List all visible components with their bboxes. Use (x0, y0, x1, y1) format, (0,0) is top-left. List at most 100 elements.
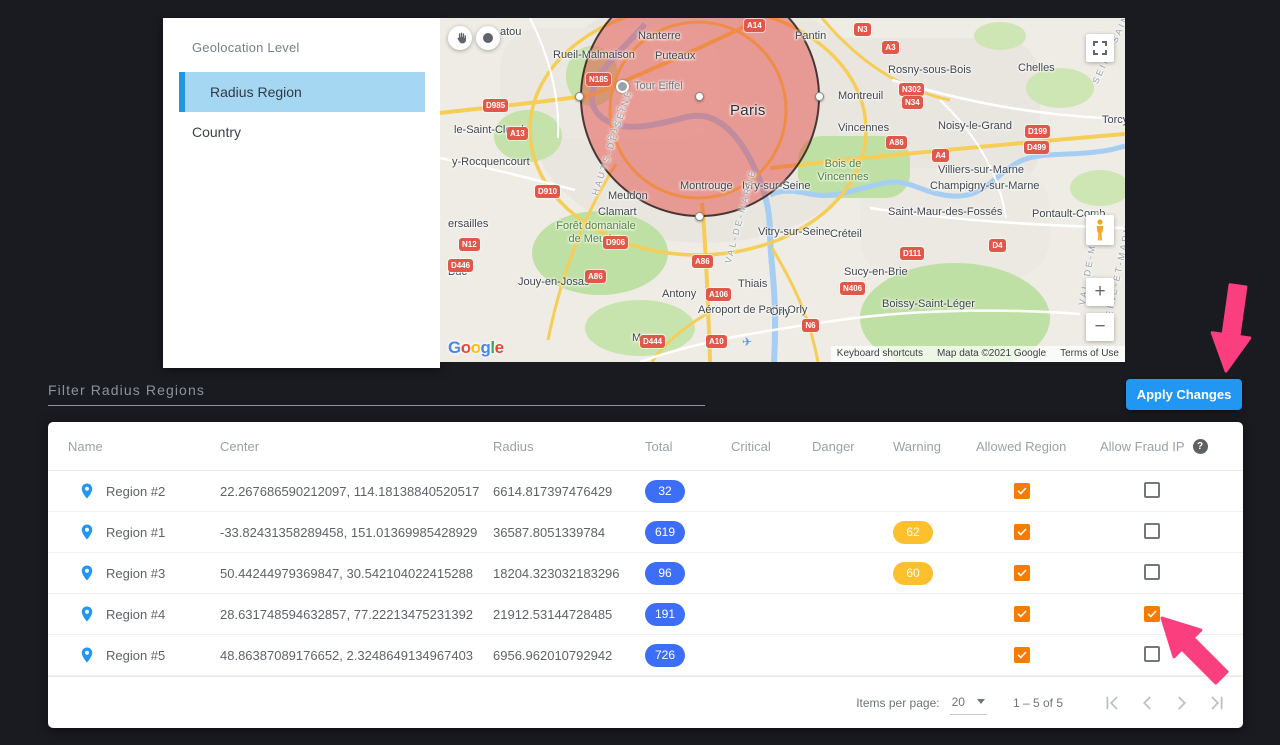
check-icon (1016, 567, 1028, 579)
region-radius: 6956.962010792942 (493, 648, 645, 663)
location-pin-icon (78, 523, 96, 541)
items-per-page-label: Items per page: (856, 696, 939, 710)
geo-option-country[interactable]: Country (163, 112, 440, 152)
page-range-label: 1 – 5 of 5 (1013, 696, 1063, 710)
filter-radius-regions-input[interactable]: Filter Radius Regions (48, 372, 705, 406)
circle-edit-handle[interactable] (695, 92, 704, 101)
column-header-allow-fraud-ip: Allow Fraud IP (1100, 439, 1185, 454)
allowed-region-checkbox[interactable] (1014, 647, 1030, 663)
column-header-danger: Danger (812, 439, 855, 454)
allowed-region-checkbox[interactable] (1014, 565, 1030, 581)
page-size-select[interactable]: 20 (950, 691, 987, 715)
circle-edit-handle[interactable] (575, 92, 584, 101)
region-radius: 6614.817397476429 (493, 484, 645, 499)
column-header-total: Total (645, 439, 672, 454)
check-icon (1016, 485, 1028, 497)
road-badge: D499 (1024, 141, 1049, 154)
allowed-region-checkbox[interactable] (1014, 483, 1030, 499)
region-name-label: Region #3 (106, 566, 165, 581)
road-badge: A10 (706, 335, 727, 348)
map-place-label: ersailles (448, 218, 488, 231)
map-place-label: Noisy-le-Grand (938, 120, 1012, 133)
circle-edit-handle[interactable] (815, 92, 824, 101)
allowed-region-checkbox[interactable] (1014, 524, 1030, 540)
map-place-label: Puteaux (655, 50, 695, 63)
map-place-label: Vincennes (838, 122, 889, 135)
road-badge: D111 (900, 247, 924, 260)
geolocation-level-label: Geolocation Level (192, 40, 299, 55)
map-place-label: Rosny-sous-Bois (888, 64, 971, 77)
circle-tool-button[interactable] (476, 26, 500, 50)
road-badge: N34 (902, 96, 923, 109)
table-paginator: Items per page: 20 1 – 5 of 5 (48, 676, 1243, 728)
zoom-out-button[interactable]: − (1086, 313, 1114, 341)
region-radius: 21912.53144728485 (493, 607, 645, 622)
zoom-in-button[interactable]: + (1086, 278, 1114, 306)
map-place-label: Thiais (738, 278, 767, 291)
circle-edit-handle[interactable] (695, 212, 704, 221)
total-badge: 32 (645, 480, 685, 503)
check-icon (1016, 649, 1028, 661)
region-name: Region #2 (68, 482, 220, 500)
road-badge: A106 (706, 288, 731, 301)
region-name-label: Region #4 (106, 607, 165, 622)
map-attribution: Keyboard shortcuts Map data ©2021 Google… (831, 346, 1125, 362)
allow-fraud-ip-checkbox[interactable] (1144, 564, 1160, 580)
map-place-label: Torcy (1102, 114, 1125, 127)
total-badge: 726 (645, 644, 685, 667)
geo-option-label: Radius Region (210, 84, 302, 100)
map-place-label: atou (500, 26, 521, 39)
region-name-label: Region #5 (106, 648, 165, 663)
pegman-button[interactable] (1086, 215, 1114, 245)
allow-fraud-ip-checkbox[interactable] (1144, 482, 1160, 498)
road-badge: D199 (1025, 125, 1050, 138)
map-data-label: Map data ©2021 Google (937, 348, 1046, 359)
road-badge: D910 (535, 185, 560, 198)
road-badge: D444 (640, 335, 665, 348)
road-badge: A14 (744, 19, 765, 32)
road-badge: A86 (886, 136, 907, 149)
region-center: 22.267686590212097, 114.18138840520517 (220, 484, 493, 499)
allow-fraud-ip-checkbox[interactable] (1144, 523, 1160, 539)
map-labels-layer: atouNanterreRueil-MalmaisonPuteauxPantin… (440, 18, 1125, 362)
page-size-value: 20 (952, 695, 965, 709)
column-header-name: Name (68, 439, 103, 454)
column-header-warning: Warning (893, 439, 941, 454)
apply-changes-button[interactable]: Apply Changes (1126, 379, 1242, 410)
warning-badge: 60 (893, 562, 933, 585)
total-badge: 96 (645, 562, 685, 585)
region-name: Region #5 (68, 646, 220, 664)
fullscreen-button[interactable] (1086, 34, 1114, 62)
pan-tool-button[interactable] (448, 26, 472, 50)
geo-option-radius-region[interactable]: Radius Region (179, 72, 425, 112)
road-badge: N3 (854, 23, 871, 36)
terms-of-use-link[interactable]: Terms of Use (1060, 348, 1119, 359)
map-place-label: Montrouge (680, 180, 733, 193)
road-badge: D906 (603, 236, 628, 249)
column-header-radius: Radius (493, 439, 533, 454)
table-row: Region #222.267686590212097, 114.1813884… (48, 471, 1243, 512)
road-badge: A86 (692, 255, 713, 268)
map-place-label: Paris (730, 102, 766, 119)
region-radius: 36587.8051339784 (493, 525, 645, 540)
map[interactable]: atouNanterreRueil-MalmaisonPuteauxPantin… (440, 18, 1125, 362)
road-badge: D446 (448, 259, 473, 272)
region-name: Region #1 (68, 523, 220, 541)
map-place-label: Rueil-Malmaison (553, 49, 635, 62)
column-header-center: Center (220, 439, 259, 454)
map-place-label: Champigny-sur-Marne (930, 180, 1039, 193)
road-badge: D985 (483, 99, 508, 112)
table-header: NameCenterRadiusTotalCriticalDangerWarni… (48, 422, 1243, 471)
total-badge: 619 (645, 521, 685, 544)
keyboard-shortcuts-link[interactable]: Keyboard shortcuts (837, 348, 923, 359)
map-place-label: Jouy-en-Josas (518, 276, 590, 289)
map-place-label: Vitry-sur-Seine (758, 226, 831, 239)
allowed-region-checkbox[interactable] (1014, 606, 1030, 622)
first-page-button[interactable] (1100, 691, 1124, 715)
help-icon[interactable]: ? (1193, 439, 1208, 454)
region-center: 50.44244979369847, 30.542104022415288 (220, 566, 493, 581)
fullscreen-icon (1093, 41, 1107, 55)
column-header-allowed-region: Allowed Region (976, 439, 1066, 454)
table-row: Region #3 50.44244979369847, 30.542104022… (48, 553, 1243, 594)
check-icon (1016, 608, 1028, 620)
